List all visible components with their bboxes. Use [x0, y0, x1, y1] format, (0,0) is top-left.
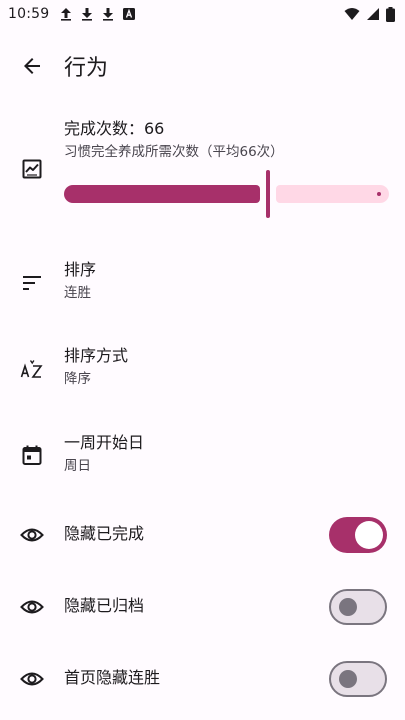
- sort-icon: [20, 271, 44, 295]
- app-bar: 行为: [0, 38, 405, 94]
- upload-arrow-icon: [59, 7, 73, 21]
- sort-az-icon: [20, 357, 44, 381]
- setting-first-day-text: 一周开始日 周日: [64, 432, 144, 476]
- calendar-icon: [20, 443, 44, 467]
- battery-icon: [386, 6, 395, 22]
- download-arrow-icon: [80, 7, 94, 21]
- slider-stop-indicator: [377, 192, 381, 196]
- habit-goal-text: 完成次数：66 习惯完全养成所需次数（平均66次）: [64, 118, 284, 162]
- eye-icon: [20, 595, 44, 619]
- setting-sort[interactable]: 排序 连胜: [0, 248, 405, 318]
- setting-first-day-of-week[interactable]: 一周开始日 周日: [0, 421, 405, 491]
- signal-icon: [366, 7, 380, 21]
- setting-sort-value: 连胜: [64, 285, 91, 301]
- slider-active-track: [64, 185, 260, 203]
- switch-hide-completed[interactable]: [329, 517, 387, 553]
- download-arrow-icon: [101, 7, 115, 21]
- arrow-back-icon: [24, 58, 40, 74]
- toggle-hide-archived-label: 隐藏已归档: [64, 596, 145, 615]
- slider-inactive-track: [276, 185, 389, 203]
- notification-icons: [59, 7, 136, 21]
- setting-sort-order-text: 排序方式 降序: [64, 345, 128, 389]
- translate-icon: [122, 7, 136, 21]
- eye-icon: [20, 667, 44, 691]
- setting-sort-order-title: 排序方式: [64, 346, 129, 365]
- setting-sort-order-value: 降序: [64, 371, 91, 387]
- page-title: 行为: [64, 56, 109, 81]
- switch-hide-streak[interactable]: [329, 661, 387, 697]
- toggle-hide-completed[interactable]: 隐藏已完成: [0, 508, 405, 562]
- toggle-hide-archived-text: 隐藏已归档: [64, 595, 144, 617]
- eye-icon: [20, 523, 44, 547]
- toggle-hide-streak-text: 首页隐藏连胜: [64, 667, 160, 689]
- habit-goal-slider[interactable]: [64, 170, 389, 218]
- system-icons: [344, 6, 395, 22]
- wifi-icon: [344, 7, 360, 21]
- setting-first-day-value: 周日: [64, 458, 91, 474]
- habit-goal-title: 完成次数：66: [64, 119, 165, 138]
- habit-goal-subtitle: 习惯完全养成所需次数（平均66次）: [64, 144, 284, 160]
- slider-handle[interactable]: [266, 170, 270, 218]
- setting-sort-order[interactable]: 排序方式 降序: [0, 334, 405, 404]
- toggle-hide-archived[interactable]: 隐藏已归档: [0, 580, 405, 634]
- setting-first-day-title: 一周开始日: [64, 433, 145, 452]
- switch-thumb: [339, 670, 357, 688]
- switch-thumb: [355, 521, 383, 549]
- toggle-hide-completed-text: 隐藏已完成: [64, 523, 144, 545]
- setting-sort-text: 排序 连胜: [64, 259, 96, 303]
- switch-hide-archived[interactable]: [329, 589, 387, 625]
- toggle-hide-completed-label: 隐藏已完成: [64, 524, 145, 543]
- chart-icon: [20, 157, 44, 181]
- switch-thumb: [339, 598, 357, 616]
- setting-sort-title: 排序: [64, 260, 97, 279]
- status-bar: 10:59: [0, 0, 405, 28]
- back-button[interactable]: [8, 42, 56, 90]
- status-time: 10:59: [8, 6, 50, 22]
- toggle-hide-streak-home[interactable]: 首页隐藏连胜: [0, 652, 405, 706]
- toggle-hide-streak-label: 首页隐藏连胜: [64, 668, 161, 687]
